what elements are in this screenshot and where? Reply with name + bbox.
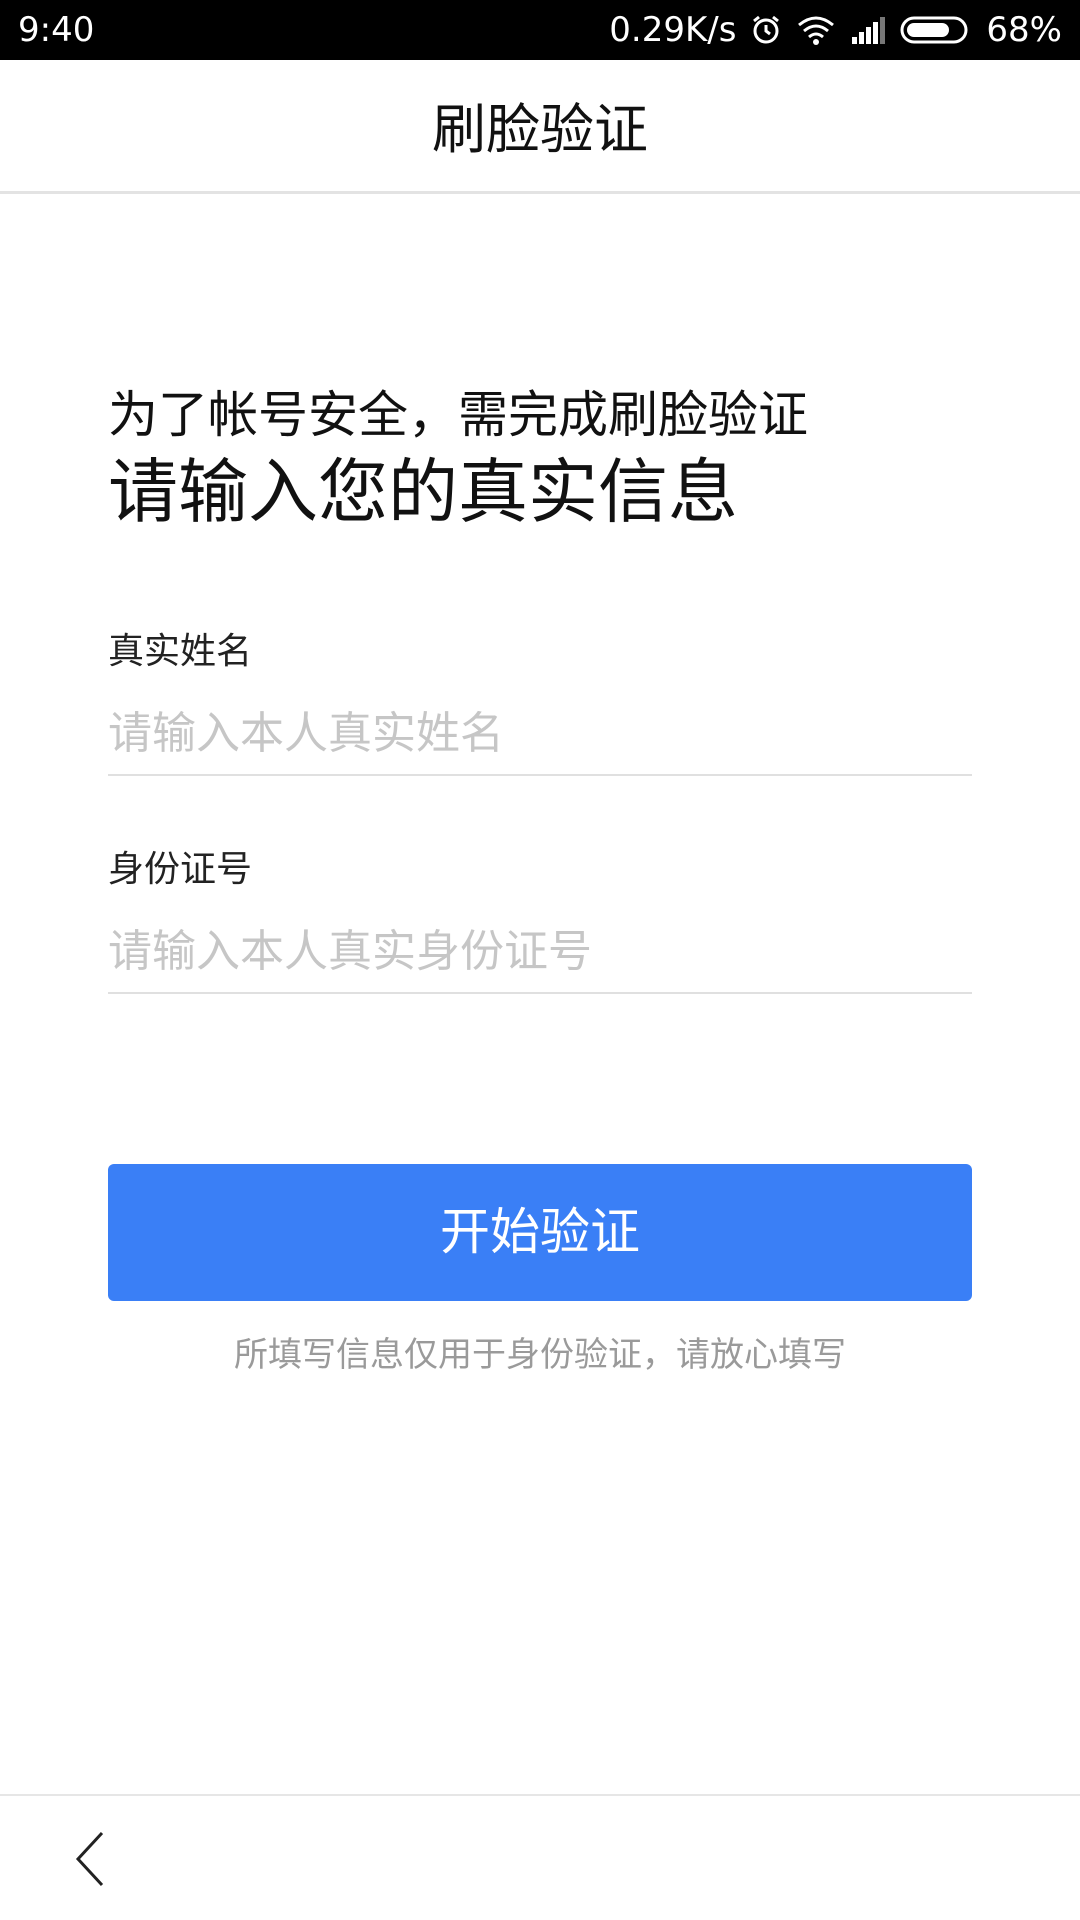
- face-verification-screen: 9:40 0.29K/s 68% 刷脸验证 为了帐号安全，需完成刷脸验证 请输入…: [0, 0, 1080, 1920]
- intro-heading: 为了帐号安全，需完成刷脸验证 请输入您的真实信息: [108, 380, 978, 534]
- network-speed: 0.29K/s: [609, 10, 737, 50]
- status-time: 9:40: [18, 10, 95, 50]
- title-bar: 刷脸验证: [0, 60, 1080, 194]
- signal-icon: [850, 15, 886, 45]
- start-verification-button[interactable]: 开始验证: [108, 1164, 972, 1301]
- real-name-input[interactable]: [108, 692, 972, 776]
- battery-level: 68%: [986, 10, 1062, 50]
- id-number-field: 身份证号: [108, 846, 972, 994]
- id-number-input[interactable]: [108, 910, 972, 994]
- alarm-icon: [750, 14, 782, 46]
- battery-icon: [900, 15, 972, 45]
- page-title: 刷脸验证: [432, 98, 648, 161]
- real-name-field: 真实姓名: [108, 628, 972, 776]
- bottom-nav-bar: [0, 1794, 1080, 1920]
- privacy-hint: 所填写信息仅用于身份验证，请放心填写: [234, 1335, 846, 1375]
- back-button[interactable]: [60, 1824, 120, 1894]
- wifi-icon: [796, 14, 836, 46]
- intro-subtitle: 为了帐号安全，需完成刷脸验证: [108, 386, 808, 444]
- intro-title: 请输入您的真实信息: [108, 451, 738, 533]
- chevron-left-icon: [75, 1831, 104, 1887]
- real-name-label: 真实姓名: [108, 631, 253, 672]
- id-number-label: 身份证号: [108, 849, 253, 890]
- status-indicators: 0.29K/s 68%: [609, 8, 1062, 52]
- status-bar: 9:40 0.29K/s 68%: [0, 0, 1080, 60]
